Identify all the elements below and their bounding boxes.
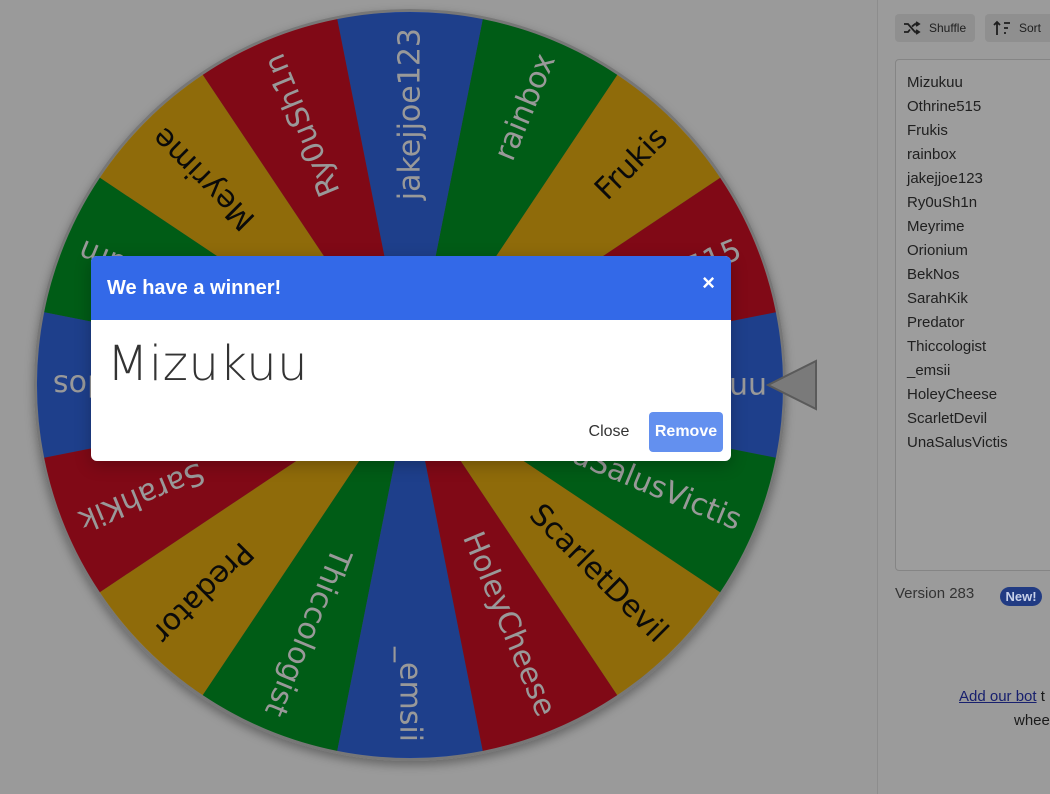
entry-line: UnaSalusVictis <box>907 434 1008 451</box>
entry-line: Thiccologist <box>907 338 987 355</box>
add-bot-tail: t <box>1036 688 1045 705</box>
add-bot-line2: whee <box>1014 712 1050 729</box>
entry-line: Othrine515 <box>907 98 982 115</box>
entry-line: Ry0uSh1n <box>907 194 978 211</box>
entry-line: SarahKik <box>907 290 968 307</box>
sort-icon <box>993 20 1010 35</box>
dialog-header: We have a winner! × <box>91 256 731 320</box>
close-icon[interactable]: × <box>702 270 715 296</box>
close-button[interactable]: Close <box>578 412 640 452</box>
shuffle-label: Shuffle <box>929 21 967 35</box>
entry-line: Mizukuu <box>907 74 963 91</box>
entry-line: BekNos <box>907 266 960 283</box>
entry-line: jakejjoe123 <box>907 170 983 187</box>
add-bot-link[interactable]: Add our bot <box>959 688 1037 705</box>
winner-dialog: We have a winner! × Mizukuu Close Remove <box>91 256 731 461</box>
version-text: Version 283 <box>895 585 975 602</box>
shuffle-button[interactable]: Shuffle <box>895 14 975 42</box>
entries-textarea[interactable]: Mizukuu Othrine515 Frukis rainbox jakejj… <box>895 59 1050 571</box>
entry-line: HoleyCheese <box>907 386 998 403</box>
entry-line: rainbox <box>907 146 957 163</box>
entry-line: Meyrime <box>907 218 965 235</box>
entry-line: _emsii <box>907 362 951 379</box>
shuffle-icon <box>904 21 921 35</box>
sort-label: Sort <box>1019 21 1042 35</box>
winner-name: Mizukuu <box>107 336 309 392</box>
entry-line: Orionium <box>907 242 968 259</box>
sort-button[interactable]: Sort <box>985 14 1050 42</box>
new-badge[interactable]: New! <box>1000 587 1042 606</box>
remove-button[interactable]: Remove <box>649 412 723 452</box>
add-bot-line: Add our bot t <box>959 688 1045 705</box>
entry-line: Predator <box>907 314 965 331</box>
entry-line: Frukis <box>907 122 948 139</box>
entry-line: ScarletDevil <box>907 410 988 427</box>
dialog-title: We have a winner! <box>107 277 282 299</box>
sidebar: Shuffle Sort Mizukuu Othrine515 Frukis r… <box>877 0 1050 794</box>
